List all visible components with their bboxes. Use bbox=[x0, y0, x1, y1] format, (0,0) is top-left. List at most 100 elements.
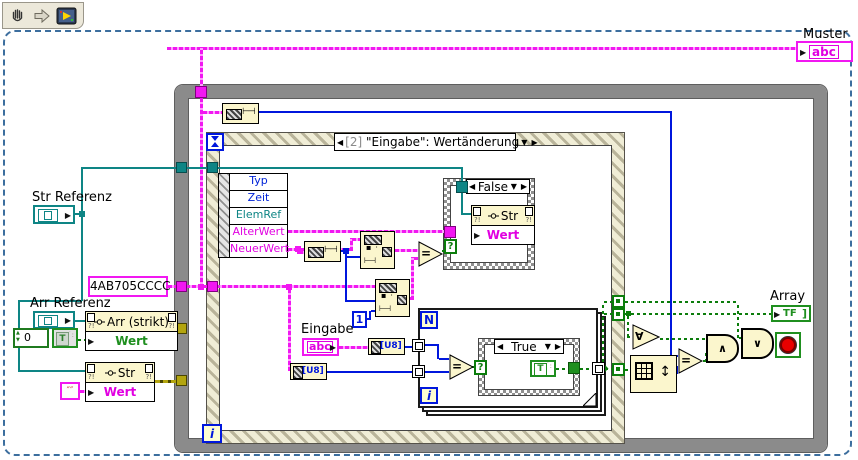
vi-icon[interactable] bbox=[56, 6, 77, 26]
property-name[interactable]: Wert bbox=[104, 385, 137, 399]
wire-case-to-forloop bbox=[580, 368, 592, 370]
wire-strref-branch bbox=[81, 215, 83, 301]
equals-node-lengths[interactable]: = bbox=[678, 348, 704, 374]
string-length-node-2[interactable]: ⊢⊣ bbox=[304, 241, 341, 262]
event-data-item[interactable]: AlterWert bbox=[230, 225, 287, 242]
prev-case-icon[interactable]: ◀ bbox=[495, 342, 505, 351]
pan-hand-icon[interactable] bbox=[8, 6, 28, 26]
equals-node-bytes[interactable]: = bbox=[449, 354, 475, 380]
case-name[interactable]: True bbox=[505, 340, 543, 354]
wire-strlen1-out bbox=[259, 111, 672, 113]
ref-in-icon bbox=[473, 207, 481, 216]
wire-boolarray bbox=[78, 339, 85, 341]
eingabe-label: Eingabe bbox=[301, 322, 354, 337]
array-grid-icon bbox=[635, 362, 653, 380]
event-data-node[interactable]: Typ Zeit ElemRef AlterWert NeuerWert bbox=[218, 173, 289, 258]
property-name[interactable]: Wert bbox=[115, 334, 148, 348]
event-data-item[interactable]: NeuerWert bbox=[230, 242, 289, 257]
string-subset-node-1[interactable]: ▪˙· ⊢⊣ bbox=[360, 231, 395, 269]
stop-icon bbox=[780, 337, 796, 353]
for-iteration-terminal[interactable]: i bbox=[420, 387, 438, 404]
case-dropdown-icon[interactable]: ▼ bbox=[509, 182, 519, 191]
class-icon bbox=[94, 318, 106, 325]
dots-icon: ˙: bbox=[546, 362, 552, 370]
tunnel-event-bool-2 bbox=[612, 308, 625, 321]
event-data-item[interactable]: Zeit bbox=[230, 191, 287, 208]
control-out-icon: ▶ bbox=[64, 211, 71, 220]
positioning-arrow-icon[interactable] bbox=[32, 6, 52, 26]
str-referenz-label: Str Referenz bbox=[32, 190, 112, 205]
and-array-glyph: ∀ bbox=[635, 329, 644, 343]
for-count-terminal[interactable]: N bbox=[420, 311, 438, 329]
stop-button-terminal[interactable] bbox=[775, 332, 801, 358]
array-indicator-terminal[interactable]: ▶ TF ] bbox=[771, 305, 811, 322]
string-subset-node-2[interactable]: ▪˙· ⊢⊣ bbox=[375, 279, 410, 317]
u8-glyph: [U8] bbox=[380, 341, 402, 351]
case-name[interactable]: False bbox=[477, 180, 509, 194]
error-out-icon: ?! bbox=[525, 216, 532, 224]
true-case-selector-terminal: ? bbox=[474, 360, 487, 375]
or-node[interactable]: ∨ bbox=[741, 328, 774, 359]
bool-array-element[interactable]: T ˙: bbox=[52, 328, 78, 348]
pattern-string-constant[interactable]: 4AB705CCCC bbox=[88, 276, 171, 297]
or-glyph: ∨ bbox=[753, 337, 762, 350]
string-length-node[interactable]: ⊢⊣ bbox=[222, 103, 259, 124]
ref-out-icon bbox=[168, 313, 176, 322]
and-array-elements-node[interactable]: ∀ bbox=[632, 324, 661, 350]
empty-string-constant[interactable]: ″″ bbox=[60, 382, 80, 400]
wire-junction bbox=[343, 248, 349, 254]
tunnel-autoindex-in1 bbox=[412, 339, 425, 352]
bool-array-glyph: TF bbox=[783, 308, 797, 319]
next-case-icon[interactable]: ▶ bbox=[553, 342, 563, 351]
array-index-box[interactable]: ▲ ▼ 0 bbox=[13, 328, 49, 348]
next-case-icon[interactable]: ▶ bbox=[519, 182, 529, 191]
event-case-title: "Eingabe": Wertänderung bbox=[365, 135, 520, 149]
tunnel-autoindex-in2 bbox=[412, 365, 425, 378]
wire-idx2-eq bbox=[424, 371, 449, 373]
string-to-byte-array-node-2[interactable]: [U8] bbox=[290, 363, 327, 380]
property-node-str-left[interactable]: ?! ?! Str ▶ Wert bbox=[85, 362, 155, 402]
index-spinner-icon[interactable]: ▲ ▼ bbox=[16, 330, 20, 344]
event-data-item[interactable]: ElemRef bbox=[230, 208, 287, 225]
str-referenz-terminal[interactable]: ▶ bbox=[33, 205, 75, 224]
and-node[interactable]: ∧ bbox=[706, 334, 739, 363]
index-value[interactable]: 0 bbox=[24, 331, 31, 344]
true-case-selector-label[interactable]: ◀ True ▼ ▶ bbox=[494, 339, 564, 354]
prev-event-icon[interactable]: ◀ bbox=[335, 138, 345, 147]
case-dropdown-icon[interactable]: ▼ bbox=[543, 342, 553, 351]
wire-strref-run bbox=[81, 167, 462, 169]
ruler-icon: ⊢⊣ bbox=[379, 304, 391, 313]
wire-to-strprop bbox=[18, 370, 85, 372]
event-case-selector-label[interactable]: ◀ [2] "Eingabe": Wertänderung ▼ ▶ bbox=[334, 133, 538, 151]
false-case-selector-label[interactable]: ◀ False ▼ ▶ bbox=[466, 179, 530, 194]
string-to-byte-array-node-1[interactable]: [U8] bbox=[368, 338, 405, 355]
event-data-item[interactable]: Typ bbox=[230, 174, 287, 191]
wire-t1-in bbox=[604, 301, 612, 303]
property-name[interactable]: Wert bbox=[487, 228, 520, 242]
wire-true-const bbox=[556, 368, 568, 370]
tunnel-pattern-top bbox=[195, 86, 207, 98]
property-node-arr[interactable]: ?! ?! Arr (strikt) ▶ Wert bbox=[85, 311, 178, 351]
prev-case-icon[interactable]: ◀ bbox=[467, 182, 477, 191]
wire-t1-out bbox=[625, 301, 738, 303]
numeric-constant-one[interactable]: 1 bbox=[352, 311, 367, 328]
next-event-icon[interactable]: ▶ bbox=[529, 138, 539, 147]
muster-indicator-terminal[interactable]: ▶ abc bbox=[796, 41, 853, 62]
array-size-node[interactable]: ↕ bbox=[630, 355, 677, 393]
refnum-page-inner-icon bbox=[44, 317, 52, 325]
tunnel-false-case-string bbox=[444, 226, 456, 238]
dots-icon: ˙: bbox=[68, 331, 74, 339]
tools-palette bbox=[2, 2, 84, 29]
substring-icon bbox=[397, 295, 407, 305]
arr-referenz-terminal[interactable]: ▶ bbox=[33, 311, 75, 329]
wire-u8b-out bbox=[327, 371, 412, 373]
event-timeout-terminal[interactable] bbox=[206, 133, 224, 151]
property-node-str-false[interactable]: ?! ?! Str ▶ Wert bbox=[471, 205, 535, 245]
while-iteration-terminal[interactable]: i bbox=[202, 424, 222, 443]
event-data-node-handle bbox=[219, 174, 230, 257]
equals-node-strings[interactable]: = bbox=[418, 241, 444, 267]
eingabe-terminal[interactable]: abc ▶ bbox=[302, 338, 339, 356]
wire-neuerwert-subset1 bbox=[352, 238, 360, 241]
true-constant[interactable]: T ˙: bbox=[530, 360, 556, 377]
event-dropdown-icon[interactable]: ▼ bbox=[519, 138, 529, 147]
